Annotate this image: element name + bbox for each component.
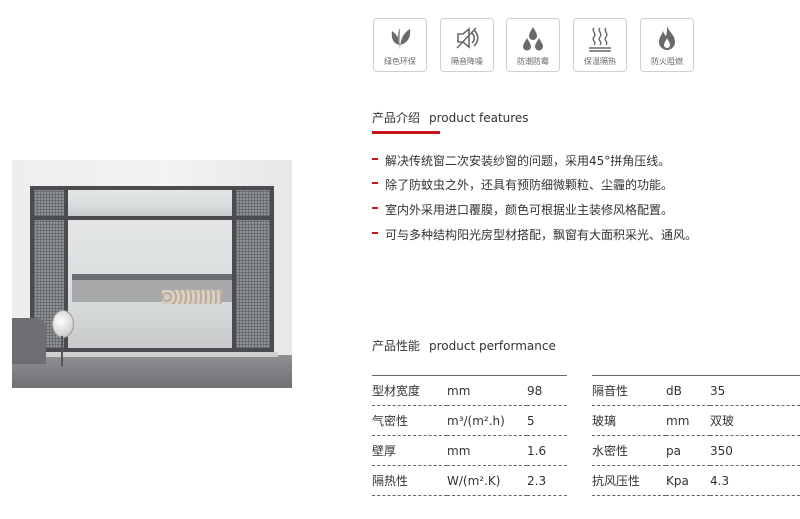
bullet-dash: [372, 157, 378, 160]
spec-row: 抗风压性 Kpa 4.3: [592, 465, 800, 496]
spec-value: 98: [527, 375, 567, 406]
spec-name: 水密性: [592, 435, 666, 466]
window-sill: [26, 352, 278, 357]
window-screen-right: [236, 220, 270, 348]
window-transom-left: [34, 190, 64, 216]
spec-value: 35: [710, 375, 800, 406]
spec-unit: W/(m².K): [447, 465, 527, 496]
spec-unit: m³/(m².h): [447, 405, 527, 436]
badge-eco: 绿色环保: [373, 18, 427, 72]
features-underline: [372, 131, 440, 134]
lamp: [52, 310, 74, 338]
features-title-cn: 产品介绍: [372, 111, 421, 125]
drops-icon: [523, 27, 543, 51]
spec-table-left: 型材宽度 mm 98 气密性 m³/(m².h) 5 壁厚 mm 1.6 隔热性 W/(m².…: [372, 375, 567, 496]
spec-unit: mm: [447, 375, 527, 406]
spec-value: 双玻: [710, 405, 800, 436]
spec-unit: mm: [666, 405, 710, 436]
spec-row: 壁厚 mm 1.6: [372, 435, 567, 466]
badge-moisture-label: 防潮防霉: [517, 57, 549, 66]
features-heading: 产品介绍 product features: [372, 109, 529, 126]
spec-value: 5: [527, 405, 567, 436]
badge-fire-label: 防火阻燃: [651, 57, 683, 66]
chair: [12, 318, 46, 364]
spec-value: 4.3: [710, 465, 800, 496]
bullet-dash: [372, 206, 378, 209]
product-photo: [12, 160, 292, 388]
spec-name: 玻璃: [592, 405, 666, 436]
heat-icon: [589, 27, 611, 52]
features-title-en: product features: [429, 111, 529, 125]
photo-floor: [12, 355, 292, 388]
spec-name: 抗风压性: [592, 465, 666, 496]
feature-item: 可与多种结构阳光房型材搭配，飘窗有大面积采光、通风。: [372, 226, 697, 243]
leaf-icon: [391, 28, 411, 50]
feature-item: 除了防蚊虫之外，还具有预防细微颗粒、尘霾的功能。: [372, 176, 673, 193]
spec-table-right: 隔音性 dB 35 玻璃 mm 双玻 水密性 pa 350 抗风压性 Kpa 4.3: [592, 375, 800, 496]
spec-row: 隔热性 W/(m².K) 2.3: [372, 465, 567, 496]
spec-unit: dB: [666, 375, 710, 406]
spec-value: 350: [710, 435, 800, 466]
spec-row: 水密性 pa 350: [592, 435, 800, 466]
feature-text: 解决传统窗二次安装纱窗的问题，采用45°拼角压线。: [385, 154, 671, 168]
spec-row: 气密性 m³/(m².h) 5: [372, 405, 567, 436]
log-pile: [162, 290, 222, 304]
spec-row: 玻璃 mm 双玻: [592, 405, 800, 436]
spec-name: 型材宽度: [372, 375, 447, 406]
spec-unit: Kpa: [666, 465, 710, 496]
feature-text: 除了防蚊虫之外，还具有预防细微颗粒、尘霾的功能。: [385, 178, 674, 192]
window-transom-right: [236, 190, 270, 216]
spec-value: 1.6: [527, 435, 567, 466]
spec-name: 壁厚: [372, 435, 447, 466]
spec-value: 2.3: [527, 465, 567, 496]
spec-unit: pa: [666, 435, 710, 466]
spec-name: 气密性: [372, 405, 447, 436]
performance-heading: 产品性能 product performance: [372, 337, 556, 354]
flame-icon: [659, 26, 675, 50]
badge-fire: 防火阻燃: [640, 18, 694, 72]
feature-text: 室内外采用进口覆膜，颜色可根据业主装修风格配置。: [385, 203, 674, 217]
performance-title-en: product performance: [429, 339, 556, 353]
performance-title-cn: 产品性能: [372, 339, 421, 353]
spec-row: 型材宽度 mm 98: [372, 375, 567, 406]
lamp-pole: [61, 336, 63, 366]
feature-item: 解决传统窗二次安装纱窗的问题，采用45°拼角压线。: [372, 152, 670, 169]
window-transom-center: [68, 190, 232, 216]
badge-eco-label: 绿色环保: [384, 57, 416, 66]
spec-name: 隔热性: [372, 465, 447, 496]
badge-sound: 隔音降噪: [440, 18, 494, 72]
spec-row: 隔音性 dB 35: [592, 375, 800, 406]
bullet-dash: [372, 181, 378, 184]
spec-name: 隔音性: [592, 375, 666, 406]
badge-sound-label: 隔音降噪: [451, 57, 483, 66]
mute-icon: [456, 27, 479, 49]
feature-item: 室内外采用进口覆膜，颜色可根据业主装修风格配置。: [372, 201, 673, 218]
badge-thermal: 保温隔热: [573, 18, 627, 72]
feature-text: 可与多种结构阳光房型材搭配，飘窗有大面积采光、通风。: [385, 228, 698, 242]
spec-unit: mm: [447, 435, 527, 466]
bullet-dash: [372, 231, 378, 234]
badge-moisture: 防潮防霉: [506, 18, 560, 72]
badge-thermal-label: 保温隔热: [584, 57, 616, 66]
